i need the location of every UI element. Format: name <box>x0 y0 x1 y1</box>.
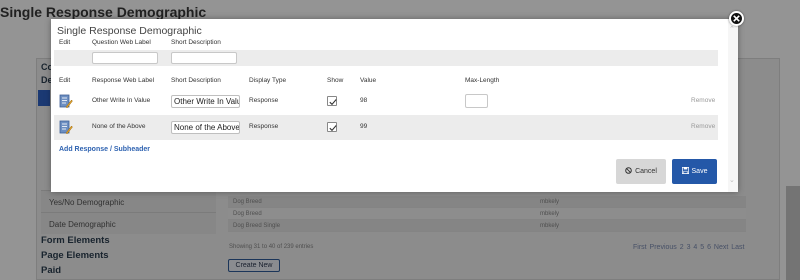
show-checkbox[interactable] <box>327 122 337 132</box>
check-icon <box>329 99 337 106</box>
response-row: None of the Above None of the Above Resp… <box>54 115 718 140</box>
response-short-description-input[interactable]: Other Write In Value <box>171 95 240 108</box>
chevron-down-icon[interactable]: ⌄ <box>729 176 735 184</box>
header-edit: Edit <box>59 77 71 84</box>
header-question-web-label: Question Web Label <box>92 39 151 46</box>
header-value: Value <box>360 77 377 84</box>
modal-title: Single Response Demographic <box>57 25 202 37</box>
header-short-description: Short Description <box>171 39 221 46</box>
ban-icon <box>625 166 632 174</box>
response-value: 98 <box>360 97 368 104</box>
check-icon <box>329 125 337 132</box>
header-max-length: Max-Length <box>465 77 500 84</box>
header-short-description: Short Description <box>171 77 221 84</box>
response-web-label: Other Write In Value <box>92 97 151 104</box>
question-short-description-input[interactable] <box>171 52 237 64</box>
chevron-up-icon[interactable]: ⌃ <box>729 25 735 33</box>
response-short-description-input[interactable]: None of the Above <box>171 121 240 134</box>
header-display-type: Display Type <box>249 77 287 84</box>
response-value: 99 <box>360 123 368 130</box>
cancel-button[interactable]: Cancel <box>616 159 666 184</box>
add-response-link[interactable]: Add Response / Subheader <box>59 146 150 153</box>
header-response-web-label: Response Web Label <box>92 77 155 84</box>
display-type: Response <box>249 97 279 104</box>
modal-scrollbar[interactable]: ⌃ ⌄ <box>728 19 738 192</box>
save-label: Save <box>691 168 708 175</box>
display-type: Response <box>249 123 279 130</box>
remove-link[interactable]: Remove <box>691 97 715 104</box>
max-length-input[interactable] <box>465 94 488 108</box>
edit-document-icon[interactable] <box>59 120 73 135</box>
remove-link[interactable]: Remove <box>691 123 715 130</box>
single-response-demographic-modal: Single Response Demographic ⌃ ⌄ Edit Que… <box>51 19 738 192</box>
edit-document-icon[interactable] <box>59 94 73 109</box>
question-web-label-input[interactable] <box>92 52 158 64</box>
show-checkbox[interactable] <box>327 96 337 106</box>
response-web-label: None of the Above <box>92 123 146 130</box>
response-row: Other Write In Value Other Write In Valu… <box>54 89 718 114</box>
close-modal-button[interactable] <box>729 11 744 26</box>
save-button[interactable]: Save <box>672 159 717 184</box>
cancel-label: Cancel <box>635 168 657 175</box>
header-show: Show <box>327 77 344 84</box>
close-icon <box>733 15 740 22</box>
floppy-disk-icon <box>681 166 689 174</box>
header-edit: Edit <box>59 39 71 46</box>
